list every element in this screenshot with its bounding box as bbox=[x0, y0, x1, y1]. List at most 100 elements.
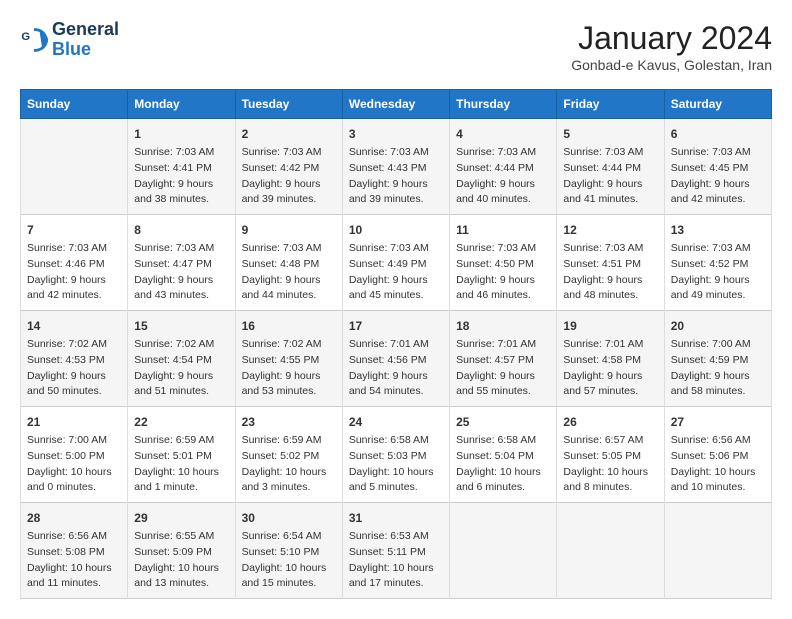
calendar-cell: 1 Sunrise: 7:03 AM Sunset: 4:41 PM Daylig… bbox=[128, 119, 235, 215]
calendar-cell: 2 Sunrise: 7:03 AM Sunset: 4:42 PM Daylig… bbox=[235, 119, 342, 215]
day-number: 23 bbox=[242, 413, 336, 431]
calendar-cell: 28Sunrise: 6:56 AM Sunset: 5:08 PM Dayli… bbox=[21, 503, 128, 599]
day-info: Sunrise: 7:00 AM Sunset: 5:00 PM Dayligh… bbox=[27, 433, 121, 496]
day-number: 22 bbox=[134, 413, 228, 431]
day-info: Sunrise: 7:02 AM Sunset: 4:55 PM Dayligh… bbox=[242, 337, 336, 400]
day-info: Sunrise: 7:03 AM Sunset: 4:50 PM Dayligh… bbox=[456, 241, 550, 304]
week-row-3: 14 Sunrise: 7:02 AM Sunset: 4:53 PM Dayli… bbox=[21, 311, 772, 407]
page-header: G General Blue January 2024 Gonbad-e Kav… bbox=[20, 20, 772, 73]
day-info: Sunrise: 6:53 AM Sunset: 5:11 PM Dayligh… bbox=[349, 529, 443, 592]
day-number: 31 bbox=[349, 509, 443, 527]
logo-blue: Blue bbox=[52, 39, 91, 59]
day-info: Sunrise: 7:02 AM Sunset: 4:54 PM Dayligh… bbox=[134, 337, 228, 400]
svg-text:G: G bbox=[21, 31, 30, 43]
calendar-cell bbox=[21, 119, 128, 215]
day-number: 19 bbox=[563, 317, 657, 335]
day-number: 3 bbox=[349, 125, 443, 143]
logo: G General Blue bbox=[20, 20, 119, 60]
calendar-cell: 8Sunrise: 7:03 AM Sunset: 4:47 PM Daylig… bbox=[128, 215, 235, 311]
calendar-cell: 11 Sunrise: 7:03 AM Sunset: 4:50 PM Dayli… bbox=[450, 215, 557, 311]
day-number: 12 bbox=[563, 221, 657, 239]
day-number: 13 bbox=[671, 221, 765, 239]
day-number: 7 bbox=[27, 221, 121, 239]
calendar-cell: 24Sunrise: 6:58 AM Sunset: 5:03 PM Dayli… bbox=[342, 407, 449, 503]
day-info: Sunrise: 7:03 AM Sunset: 4:44 PM Dayligh… bbox=[563, 145, 657, 208]
day-number: 17 bbox=[349, 317, 443, 335]
day-number: 9 bbox=[242, 221, 336, 239]
header-day-monday: Monday bbox=[128, 90, 235, 119]
day-number: 8 bbox=[134, 221, 228, 239]
day-number: 16 bbox=[242, 317, 336, 335]
calendar-cell: 23 Sunrise: 6:59 AM Sunset: 5:02 PM Dayli… bbox=[235, 407, 342, 503]
day-info: Sunrise: 6:56 AM Sunset: 5:06 PM Dayligh… bbox=[671, 433, 765, 496]
calendar-cell: 19Sunrise: 7:01 AM Sunset: 4:58 PM Dayli… bbox=[557, 311, 664, 407]
day-info: Sunrise: 7:03 AM Sunset: 4:48 PM Dayligh… bbox=[242, 241, 336, 304]
day-number: 29 bbox=[134, 509, 228, 527]
day-info: Sunrise: 7:01 AM Sunset: 4:56 PM Dayligh… bbox=[349, 337, 443, 400]
calendar-cell: 3 Sunrise: 7:03 AM Sunset: 4:43 PM Daylig… bbox=[342, 119, 449, 215]
logo-general: General bbox=[52, 19, 119, 39]
calendar-cell: 25 Sunrise: 6:58 AM Sunset: 5:04 PM Dayli… bbox=[450, 407, 557, 503]
day-info: Sunrise: 6:59 AM Sunset: 5:02 PM Dayligh… bbox=[242, 433, 336, 496]
day-number: 18 bbox=[456, 317, 550, 335]
calendar-cell: 6Sunrise: 7:03 AM Sunset: 4:45 PM Daylig… bbox=[664, 119, 771, 215]
day-number: 14 bbox=[27, 317, 121, 335]
day-number: 26 bbox=[563, 413, 657, 431]
day-info: Sunrise: 7:03 AM Sunset: 4:43 PM Dayligh… bbox=[349, 145, 443, 208]
calendar-cell: 22 Sunrise: 6:59 AM Sunset: 5:01 PM Dayli… bbox=[128, 407, 235, 503]
day-number: 15 bbox=[134, 317, 228, 335]
calendar-cell: 21 Sunrise: 7:00 AM Sunset: 5:00 PM Dayli… bbox=[21, 407, 128, 503]
week-row-5: 28Sunrise: 6:56 AM Sunset: 5:08 PM Dayli… bbox=[21, 503, 772, 599]
day-number: 10 bbox=[349, 221, 443, 239]
week-row-4: 21 Sunrise: 7:00 AM Sunset: 5:00 PM Dayli… bbox=[21, 407, 772, 503]
calendar-cell: 16 Sunrise: 7:02 AM Sunset: 4:55 PM Dayli… bbox=[235, 311, 342, 407]
calendar-cell: 17 Sunrise: 7:01 AM Sunset: 4:56 PM Dayli… bbox=[342, 311, 449, 407]
calendar-cell: 7Sunrise: 7:03 AM Sunset: 4:46 PM Daylig… bbox=[21, 215, 128, 311]
calendar-cell bbox=[450, 503, 557, 599]
calendar-cell: 20Sunrise: 7:00 AM Sunset: 4:59 PM Dayli… bbox=[664, 311, 771, 407]
day-number: 21 bbox=[27, 413, 121, 431]
header-day-sunday: Sunday bbox=[21, 90, 128, 119]
calendar-cell bbox=[664, 503, 771, 599]
calendar-cell: 5Sunrise: 7:03 AM Sunset: 4:44 PM Daylig… bbox=[557, 119, 664, 215]
day-number: 25 bbox=[456, 413, 550, 431]
day-number: 2 bbox=[242, 125, 336, 143]
calendar-cell: 27 Sunrise: 6:56 AM Sunset: 5:06 PM Dayli… bbox=[664, 407, 771, 503]
day-info: Sunrise: 6:55 AM Sunset: 5:09 PM Dayligh… bbox=[134, 529, 228, 592]
header-day-thursday: Thursday bbox=[450, 90, 557, 119]
calendar-cell: 10Sunrise: 7:03 AM Sunset: 4:49 PM Dayli… bbox=[342, 215, 449, 311]
day-info: Sunrise: 6:58 AM Sunset: 5:04 PM Dayligh… bbox=[456, 433, 550, 496]
title-block: January 2024 Gonbad-e Kavus, Golestan, I… bbox=[571, 20, 772, 73]
calendar-cell: 29 Sunrise: 6:55 AM Sunset: 5:09 PM Dayli… bbox=[128, 503, 235, 599]
day-info: Sunrise: 7:03 AM Sunset: 4:51 PM Dayligh… bbox=[563, 241, 657, 304]
calendar-cell: 13 Sunrise: 7:03 AM Sunset: 4:52 PM Dayli… bbox=[664, 215, 771, 311]
calendar-cell: 15 Sunrise: 7:02 AM Sunset: 4:54 PM Dayli… bbox=[128, 311, 235, 407]
day-info: Sunrise: 6:58 AM Sunset: 5:03 PM Dayligh… bbox=[349, 433, 443, 496]
calendar-cell: 31 Sunrise: 6:53 AM Sunset: 5:11 PM Dayli… bbox=[342, 503, 449, 599]
location-subtitle: Gonbad-e Kavus, Golestan, Iran bbox=[571, 57, 772, 73]
day-number: 1 bbox=[134, 125, 228, 143]
day-info: Sunrise: 7:03 AM Sunset: 4:52 PM Dayligh… bbox=[671, 241, 765, 304]
day-info: Sunrise: 6:59 AM Sunset: 5:01 PM Dayligh… bbox=[134, 433, 228, 496]
day-info: Sunrise: 7:02 AM Sunset: 4:53 PM Dayligh… bbox=[27, 337, 121, 400]
day-number: 11 bbox=[456, 221, 550, 239]
calendar-cell bbox=[557, 503, 664, 599]
logo-icon: G bbox=[20, 26, 48, 54]
calendar-cell: 30Sunrise: 6:54 AM Sunset: 5:10 PM Dayli… bbox=[235, 503, 342, 599]
header-day-wednesday: Wednesday bbox=[342, 90, 449, 119]
day-info: Sunrise: 7:03 AM Sunset: 4:42 PM Dayligh… bbox=[242, 145, 336, 208]
day-number: 6 bbox=[671, 125, 765, 143]
day-number: 28 bbox=[27, 509, 121, 527]
month-year-title: January 2024 bbox=[571, 20, 772, 57]
day-info: Sunrise: 7:03 AM Sunset: 4:44 PM Dayligh… bbox=[456, 145, 550, 208]
week-row-2: 7Sunrise: 7:03 AM Sunset: 4:46 PM Daylig… bbox=[21, 215, 772, 311]
header-day-saturday: Saturday bbox=[664, 90, 771, 119]
day-info: Sunrise: 7:03 AM Sunset: 4:41 PM Dayligh… bbox=[134, 145, 228, 208]
day-info: Sunrise: 7:00 AM Sunset: 4:59 PM Dayligh… bbox=[671, 337, 765, 400]
day-number: 30 bbox=[242, 509, 336, 527]
day-number: 27 bbox=[671, 413, 765, 431]
calendar-cell: 4 Sunrise: 7:03 AM Sunset: 4:44 PM Daylig… bbox=[450, 119, 557, 215]
day-number: 4 bbox=[456, 125, 550, 143]
day-info: Sunrise: 6:57 AM Sunset: 5:05 PM Dayligh… bbox=[563, 433, 657, 496]
calendar-cell: 26 Sunrise: 6:57 AM Sunset: 5:05 PM Dayli… bbox=[557, 407, 664, 503]
